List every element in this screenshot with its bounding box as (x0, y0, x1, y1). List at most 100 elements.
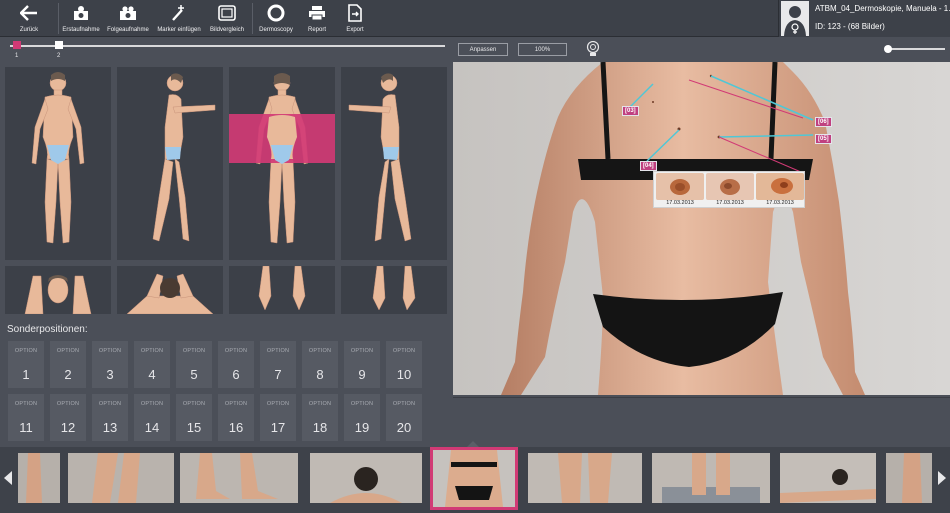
special-position-button-10[interactable]: OPTION 10 (386, 341, 422, 388)
thumbnail[interactable] (780, 453, 876, 503)
marker-06[interactable]: [06] (815, 117, 832, 127)
timeline-slider[interactable]: 1 2 (0, 38, 452, 62)
toolbar-divider (58, 3, 59, 34)
export-label: Export (346, 27, 364, 33)
body-view-feet-back[interactable] (341, 266, 447, 314)
dermoscopy-image-3[interactable] (756, 173, 804, 200)
follow-capture-label: Folgeaufnahme (107, 27, 149, 33)
add-marker-button[interactable]: Marker einfügen (154, 0, 204, 37)
zoom-slider-knob[interactable] (884, 45, 892, 53)
body-view-head-back[interactable] (117, 266, 223, 314)
thumbnail[interactable] (68, 453, 174, 503)
special-position-button-16[interactable]: OPTION 16 (218, 394, 254, 441)
marker-05[interactable]: [05] (815, 134, 832, 144)
dermoscopy-image-1[interactable] (656, 173, 704, 200)
strip-left-arrow[interactable] (4, 471, 14, 485)
dermoscopy-button[interactable]: Dermoscopy (255, 0, 297, 37)
option-number: 17 (270, 420, 286, 435)
option-label: OPTION (14, 401, 38, 407)
toolbar: Zurück Erstaufnahme Folgeaufnahme Marker… (0, 0, 950, 37)
special-positions-label: Sonderpositionen: (7, 324, 88, 335)
timeline-point-1[interactable] (13, 41, 21, 49)
first-capture-button[interactable]: Erstaufnahme (60, 0, 102, 37)
thumbnail-strip (0, 447, 950, 513)
back-label: Zurück (19, 27, 39, 33)
option-number: 9 (358, 367, 366, 382)
thumbnail[interactable] (180, 453, 298, 503)
info-bar (453, 397, 950, 447)
special-position-button-18[interactable]: OPTION 18 (302, 394, 338, 441)
thumbnail-selected[interactable] (430, 447, 518, 510)
special-position-button-9[interactable]: OPTION 9 (344, 341, 380, 388)
special-position-button-19[interactable]: OPTION 19 (344, 394, 380, 441)
thumbnail[interactable] (886, 453, 932, 503)
compare-icon (218, 4, 236, 22)
dermoscopy-date-3: 17.03.2013 (766, 200, 794, 206)
special-position-button-13[interactable]: OPTION 13 (92, 394, 128, 441)
body-view-right[interactable] (341, 67, 447, 260)
option-label: OPTION (308, 348, 332, 354)
body-view-left[interactable] (117, 67, 223, 260)
special-position-button-7[interactable]: OPTION 7 (260, 341, 296, 388)
zoom-level[interactable]: 100% (518, 43, 567, 56)
option-label: OPTION (224, 348, 248, 354)
option-number: 5 (190, 367, 198, 382)
option-number: 18 (312, 420, 328, 435)
thumbnail[interactable] (528, 453, 642, 503)
body-view-back[interactable] (229, 67, 335, 260)
option-label: OPTION (182, 348, 206, 354)
special-position-button-17[interactable]: OPTION 17 (260, 394, 296, 441)
option-number: 7 (274, 367, 282, 382)
follow-capture-button[interactable]: Folgeaufnahme (104, 0, 152, 37)
special-position-button-11[interactable]: OPTION 11 (8, 394, 44, 441)
body-view-front[interactable] (5, 67, 111, 260)
special-position-button-6[interactable]: OPTION 6 (218, 341, 254, 388)
thumbnail[interactable] (652, 453, 770, 503)
special-position-button-14[interactable]: OPTION 14 (134, 394, 170, 441)
back-button[interactable]: Zurück (4, 0, 54, 37)
option-number: 11 (19, 420, 33, 435)
option-label: OPTION (392, 401, 416, 407)
report-button[interactable]: Report (300, 0, 334, 37)
dermoscopy-image-2[interactable] (706, 173, 754, 200)
app-window: Zurück Erstaufnahme Folgeaufnahme Marker… (0, 0, 950, 513)
back-arrow-icon (20, 4, 38, 22)
special-position-button-20[interactable]: OPTION 20 (386, 394, 422, 441)
option-label: OPTION (392, 348, 416, 354)
special-position-button-3[interactable]: OPTION 3 (92, 341, 128, 388)
special-position-button-5[interactable]: OPTION 5 (176, 341, 212, 388)
marker-04[interactable]: [04] (640, 161, 657, 171)
dermoscopy-icon (267, 4, 285, 22)
dermoscope-icon[interactable] (586, 40, 600, 57)
special-position-button-15[interactable]: OPTION 15 (176, 394, 212, 441)
special-position-button-1[interactable]: OPTION 1 (8, 341, 44, 388)
special-position-button-2[interactable]: OPTION 2 (50, 341, 86, 388)
option-label: OPTION (56, 348, 80, 354)
zoom-slider[interactable] (887, 48, 945, 50)
special-position-button-8[interactable]: OPTION 8 (302, 341, 338, 388)
dermoscopy-date-1: 17.03.2013 (666, 200, 694, 206)
strip-right-arrow[interactable] (936, 471, 946, 485)
option-label: OPTION (266, 401, 290, 407)
timeline-label-1: 1 (15, 53, 19, 59)
option-label: OPTION (350, 401, 374, 407)
option-number: 4 (148, 367, 156, 382)
special-position-button-4[interactable]: OPTION 4 (134, 341, 170, 388)
special-position-button-12[interactable]: OPTION 12 (50, 394, 86, 441)
timeline-point-2[interactable] (55, 41, 63, 49)
compare-button[interactable]: Bildvergleich (205, 0, 249, 37)
thumbnail[interactable] (310, 453, 422, 503)
patient-photo[interactable]: [03] [04] [06] [05] (453, 62, 950, 395)
option-number: 6 (232, 367, 240, 382)
marker-03[interactable]: [03] (622, 106, 639, 116)
option-number: 12 (60, 420, 76, 435)
option-label: OPTION (14, 348, 38, 354)
patient-info: ATBM_04_Dermoskopie, Manuela - 1... ID: … (778, 0, 950, 37)
export-button[interactable]: Export (337, 0, 373, 37)
fit-button[interactable]: Anpassen (458, 43, 508, 56)
thumbnail[interactable] (18, 453, 60, 503)
option-number: 1 (22, 367, 30, 382)
body-view-face-front[interactable] (5, 266, 111, 314)
option-number: 15 (186, 420, 202, 435)
body-view-feet-front[interactable] (229, 266, 335, 314)
